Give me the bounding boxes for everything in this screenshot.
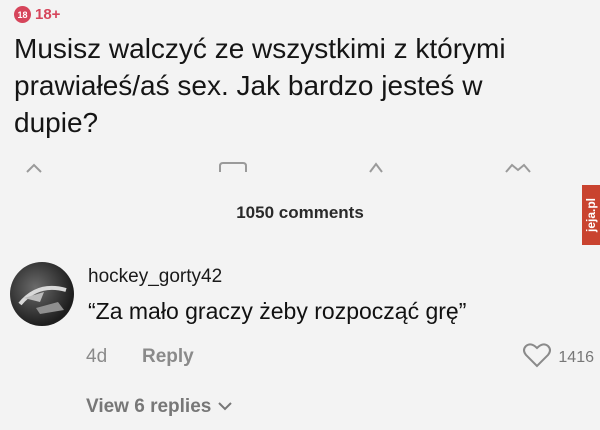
comment-icon[interactable]	[218, 160, 248, 179]
age-badge: 18 18+	[14, 6, 60, 23]
watermark-logo: jeja.pl	[582, 185, 600, 245]
chevron-down-icon	[217, 396, 233, 418]
share-icon[interactable]	[366, 160, 386, 179]
age-badge-label: 18+	[35, 6, 61, 23]
like-button[interactable]: 1416	[522, 342, 594, 373]
comments-count: 1050 comments	[236, 203, 364, 222]
age-badge-icon: 18	[14, 6, 31, 23]
post-title: Musisz walczyć ze wszystkimi z którymi p…	[14, 33, 506, 138]
comment-timestamp: 4d	[86, 346, 108, 367]
like-count: 1416	[558, 348, 594, 366]
comment-text: “Za mało graczy żeby rozpocząć grę”	[88, 298, 467, 324]
post-action-bar	[0, 160, 600, 184]
view-replies-button[interactable]: View 6 replies	[86, 396, 233, 418]
chevron-up-icon[interactable]	[24, 160, 44, 179]
comment-username[interactable]: hockey_gorty42	[88, 266, 222, 288]
heart-icon	[522, 342, 552, 373]
award-icon[interactable]	[504, 160, 532, 179]
avatar[interactable]	[10, 262, 74, 326]
reply-button[interactable]: Reply	[142, 346, 194, 368]
view-replies-label: View 6 replies	[86, 396, 212, 417]
avatar-image	[18, 285, 67, 314]
